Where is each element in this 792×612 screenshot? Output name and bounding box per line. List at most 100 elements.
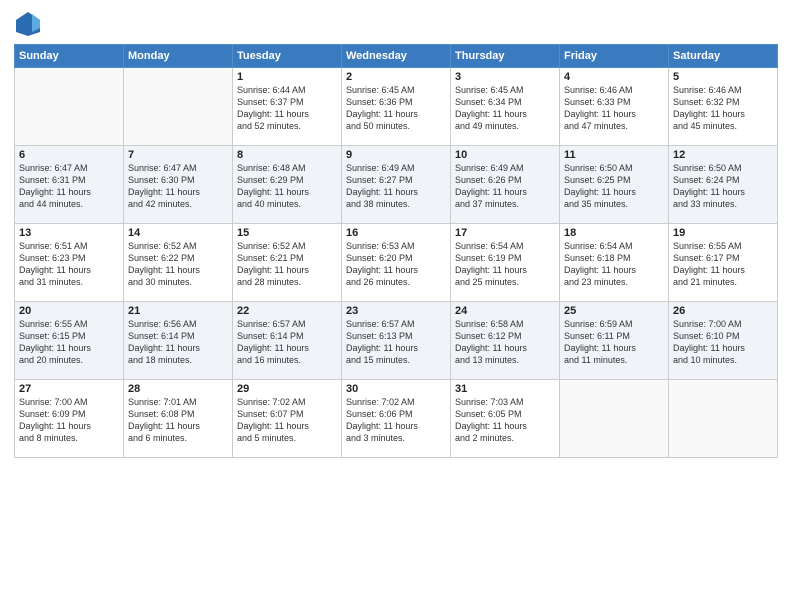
day-cell: 6Sunrise: 6:47 AMSunset: 6:31 PMDaylight… [15, 146, 124, 224]
day-info: Sunrise: 6:54 AMSunset: 6:18 PMDaylight:… [564, 240, 664, 289]
header [14, 10, 778, 38]
calendar-body: 1Sunrise: 6:44 AMSunset: 6:37 PMDaylight… [15, 68, 778, 458]
day-cell: 5Sunrise: 6:46 AMSunset: 6:32 PMDaylight… [669, 68, 778, 146]
header-cell-tuesday: Tuesday [233, 45, 342, 68]
day-info: Sunrise: 6:55 AMSunset: 6:17 PMDaylight:… [673, 240, 773, 289]
day-number: 20 [19, 305, 119, 317]
day-number: 16 [346, 227, 446, 239]
day-number: 30 [346, 383, 446, 395]
header-cell-monday: Monday [124, 45, 233, 68]
day-cell: 1Sunrise: 6:44 AMSunset: 6:37 PMDaylight… [233, 68, 342, 146]
header-cell-wednesday: Wednesday [342, 45, 451, 68]
day-number: 7 [128, 149, 228, 161]
week-row-5: 27Sunrise: 7:00 AMSunset: 6:09 PMDayligh… [15, 380, 778, 458]
day-info: Sunrise: 7:03 AMSunset: 6:05 PMDaylight:… [455, 396, 555, 445]
day-number: 5 [673, 71, 773, 83]
day-info: Sunrise: 6:52 AMSunset: 6:22 PMDaylight:… [128, 240, 228, 289]
day-cell: 4Sunrise: 6:46 AMSunset: 6:33 PMDaylight… [560, 68, 669, 146]
day-number: 17 [455, 227, 555, 239]
day-cell: 7Sunrise: 6:47 AMSunset: 6:30 PMDaylight… [124, 146, 233, 224]
day-number: 21 [128, 305, 228, 317]
day-cell: 8Sunrise: 6:48 AMSunset: 6:29 PMDaylight… [233, 146, 342, 224]
day-cell: 13Sunrise: 6:51 AMSunset: 6:23 PMDayligh… [15, 224, 124, 302]
day-cell [15, 68, 124, 146]
logo [14, 10, 46, 38]
day-cell: 10Sunrise: 6:49 AMSunset: 6:26 PMDayligh… [451, 146, 560, 224]
day-number: 11 [564, 149, 664, 161]
day-cell: 15Sunrise: 6:52 AMSunset: 6:21 PMDayligh… [233, 224, 342, 302]
day-cell: 25Sunrise: 6:59 AMSunset: 6:11 PMDayligh… [560, 302, 669, 380]
day-number: 15 [237, 227, 337, 239]
day-info: Sunrise: 6:46 AMSunset: 6:32 PMDaylight:… [673, 84, 773, 133]
week-row-2: 6Sunrise: 6:47 AMSunset: 6:31 PMDaylight… [15, 146, 778, 224]
day-number: 31 [455, 383, 555, 395]
day-info: Sunrise: 6:50 AMSunset: 6:25 PMDaylight:… [564, 162, 664, 211]
day-cell: 20Sunrise: 6:55 AMSunset: 6:15 PMDayligh… [15, 302, 124, 380]
day-cell: 24Sunrise: 6:58 AMSunset: 6:12 PMDayligh… [451, 302, 560, 380]
day-info: Sunrise: 7:00 AMSunset: 6:10 PMDaylight:… [673, 318, 773, 367]
day-info: Sunrise: 6:57 AMSunset: 6:14 PMDaylight:… [237, 318, 337, 367]
day-info: Sunrise: 6:50 AMSunset: 6:24 PMDaylight:… [673, 162, 773, 211]
day-number: 14 [128, 227, 228, 239]
day-cell: 26Sunrise: 7:00 AMSunset: 6:10 PMDayligh… [669, 302, 778, 380]
day-info: Sunrise: 7:01 AMSunset: 6:08 PMDaylight:… [128, 396, 228, 445]
week-row-3: 13Sunrise: 6:51 AMSunset: 6:23 PMDayligh… [15, 224, 778, 302]
day-cell [669, 380, 778, 458]
header-cell-sunday: Sunday [15, 45, 124, 68]
day-number: 27 [19, 383, 119, 395]
page: SundayMondayTuesdayWednesdayThursdayFrid… [0, 0, 792, 612]
day-cell [560, 380, 669, 458]
day-info: Sunrise: 6:57 AMSunset: 6:13 PMDaylight:… [346, 318, 446, 367]
logo-icon [14, 10, 42, 38]
day-number: 13 [19, 227, 119, 239]
day-info: Sunrise: 6:48 AMSunset: 6:29 PMDaylight:… [237, 162, 337, 211]
day-number: 1 [237, 71, 337, 83]
day-cell: 22Sunrise: 6:57 AMSunset: 6:14 PMDayligh… [233, 302, 342, 380]
day-cell: 12Sunrise: 6:50 AMSunset: 6:24 PMDayligh… [669, 146, 778, 224]
day-number: 3 [455, 71, 555, 83]
header-cell-friday: Friday [560, 45, 669, 68]
day-number: 2 [346, 71, 446, 83]
calendar-table: SundayMondayTuesdayWednesdayThursdayFrid… [14, 44, 778, 458]
day-number: 18 [564, 227, 664, 239]
day-number: 29 [237, 383, 337, 395]
day-cell: 18Sunrise: 6:54 AMSunset: 6:18 PMDayligh… [560, 224, 669, 302]
day-number: 22 [237, 305, 337, 317]
day-number: 8 [237, 149, 337, 161]
day-cell: 31Sunrise: 7:03 AMSunset: 6:05 PMDayligh… [451, 380, 560, 458]
day-info: Sunrise: 6:51 AMSunset: 6:23 PMDaylight:… [19, 240, 119, 289]
day-info: Sunrise: 6:47 AMSunset: 6:31 PMDaylight:… [19, 162, 119, 211]
day-number: 19 [673, 227, 773, 239]
day-cell: 9Sunrise: 6:49 AMSunset: 6:27 PMDaylight… [342, 146, 451, 224]
day-info: Sunrise: 6:44 AMSunset: 6:37 PMDaylight:… [237, 84, 337, 133]
day-cell: 29Sunrise: 7:02 AMSunset: 6:07 PMDayligh… [233, 380, 342, 458]
day-info: Sunrise: 6:45 AMSunset: 6:36 PMDaylight:… [346, 84, 446, 133]
day-info: Sunrise: 6:58 AMSunset: 6:12 PMDaylight:… [455, 318, 555, 367]
day-info: Sunrise: 6:46 AMSunset: 6:33 PMDaylight:… [564, 84, 664, 133]
header-cell-thursday: Thursday [451, 45, 560, 68]
day-number: 12 [673, 149, 773, 161]
day-number: 26 [673, 305, 773, 317]
day-info: Sunrise: 6:53 AMSunset: 6:20 PMDaylight:… [346, 240, 446, 289]
day-number: 9 [346, 149, 446, 161]
day-number: 23 [346, 305, 446, 317]
day-info: Sunrise: 6:54 AMSunset: 6:19 PMDaylight:… [455, 240, 555, 289]
day-cell: 2Sunrise: 6:45 AMSunset: 6:36 PMDaylight… [342, 68, 451, 146]
day-cell: 3Sunrise: 6:45 AMSunset: 6:34 PMDaylight… [451, 68, 560, 146]
day-info: Sunrise: 6:52 AMSunset: 6:21 PMDaylight:… [237, 240, 337, 289]
header-cell-saturday: Saturday [669, 45, 778, 68]
day-info: Sunrise: 6:49 AMSunset: 6:26 PMDaylight:… [455, 162, 555, 211]
day-cell: 11Sunrise: 6:50 AMSunset: 6:25 PMDayligh… [560, 146, 669, 224]
week-row-4: 20Sunrise: 6:55 AMSunset: 6:15 PMDayligh… [15, 302, 778, 380]
day-info: Sunrise: 7:00 AMSunset: 6:09 PMDaylight:… [19, 396, 119, 445]
day-cell: 27Sunrise: 7:00 AMSunset: 6:09 PMDayligh… [15, 380, 124, 458]
day-cell: 17Sunrise: 6:54 AMSunset: 6:19 PMDayligh… [451, 224, 560, 302]
day-info: Sunrise: 7:02 AMSunset: 6:06 PMDaylight:… [346, 396, 446, 445]
day-cell: 16Sunrise: 6:53 AMSunset: 6:20 PMDayligh… [342, 224, 451, 302]
day-info: Sunrise: 6:56 AMSunset: 6:14 PMDaylight:… [128, 318, 228, 367]
day-info: Sunrise: 6:59 AMSunset: 6:11 PMDaylight:… [564, 318, 664, 367]
day-number: 4 [564, 71, 664, 83]
day-number: 25 [564, 305, 664, 317]
day-cell: 23Sunrise: 6:57 AMSunset: 6:13 PMDayligh… [342, 302, 451, 380]
day-number: 28 [128, 383, 228, 395]
